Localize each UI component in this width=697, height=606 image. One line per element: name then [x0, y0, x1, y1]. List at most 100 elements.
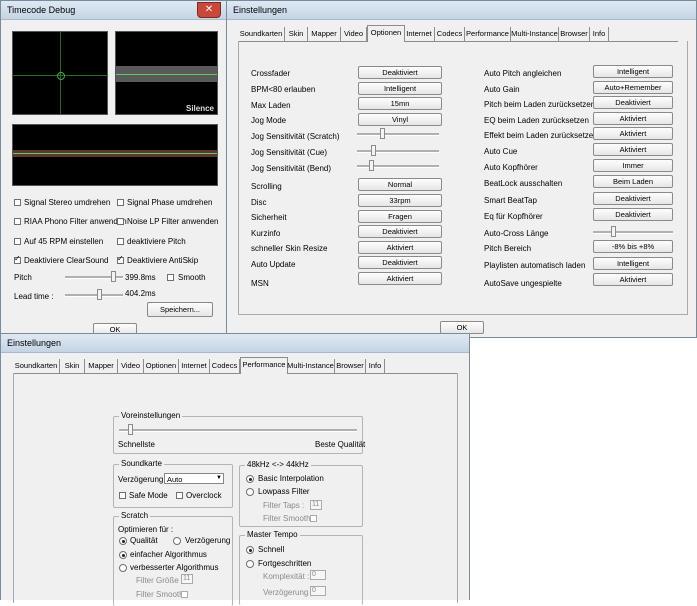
- tab-codecs[interactable]: Codecs: [435, 27, 465, 41]
- jog-cue-slider-thumb[interactable]: [371, 145, 376, 156]
- filter-taps-input[interactable]: 11: [310, 500, 322, 510]
- pitch-reset-button[interactable]: Deaktiviert: [593, 96, 673, 109]
- tab-skin[interactable]: Skin: [285, 27, 308, 41]
- tab-video[interactable]: Video: [118, 359, 144, 373]
- presets-slider-track[interactable]: [119, 429, 357, 432]
- clearsound-checkbox[interactable]: [14, 254, 21, 264]
- save-button[interactable]: Speichern...: [147, 302, 213, 317]
- eq-reset-label: EQ beim Laden zurücksetzen: [484, 116, 589, 125]
- tab-video[interactable]: Video: [341, 27, 367, 41]
- safe-mode-label: Safe Mode: [129, 491, 168, 500]
- presets-title: Voreinstellungen: [119, 411, 183, 420]
- effect-reset-button[interactable]: Aktiviert: [593, 127, 673, 140]
- silence-label: Silence: [185, 104, 214, 113]
- jog-scratch-slider-thumb[interactable]: [380, 128, 385, 139]
- tab-optionen[interactable]: Optionen: [144, 359, 179, 373]
- pitch-slider-thumb[interactable]: [111, 271, 116, 282]
- playlist-autoload-button[interactable]: Intelligent: [593, 257, 673, 270]
- tab-info[interactable]: Info: [590, 27, 609, 41]
- delay-select[interactable]: Auto ▼: [164, 473, 224, 484]
- auto-pitch-button[interactable]: Intelligent: [593, 65, 673, 78]
- delay2-input[interactable]: 0: [310, 586, 326, 596]
- jog-cue-slider-track[interactable]: [357, 150, 439, 153]
- eq-headphone-button[interactable]: Deaktiviert: [593, 208, 673, 221]
- overclock-checkbox[interactable]: [176, 492, 183, 499]
- latency-radio[interactable]: [173, 537, 181, 545]
- bpm-button[interactable]: Intelligent: [358, 82, 442, 95]
- tab-browser[interactable]: Browser: [559, 27, 590, 41]
- advanced-radio[interactable]: [246, 560, 254, 568]
- fast-label: Schnell: [258, 545, 285, 554]
- riaa-filter-checkbox[interactable]: [14, 218, 21, 225]
- disc-label: Disc: [251, 198, 267, 207]
- leadtime-slider-track[interactable]: [65, 294, 123, 297]
- clearsound-label: Deaktiviere ClearSound: [24, 256, 109, 265]
- noise-lp-checkbox[interactable]: [117, 218, 124, 225]
- lowpass-radio[interactable]: [246, 488, 254, 496]
- tab-mapper[interactable]: Mapper: [308, 27, 341, 41]
- improved-algo-label: verbesserter Algorithmus: [130, 563, 219, 572]
- tab-performance[interactable]: Performance: [240, 357, 288, 374]
- auto-cross-slider-track[interactable]: [593, 231, 673, 234]
- eq-reset-button[interactable]: Aktiviert: [593, 112, 673, 125]
- msn-button[interactable]: Aktiviert: [358, 272, 442, 285]
- settings-window-options: Einstellungen Soundkarten Skin Mapper Vi…: [226, 0, 697, 338]
- max-laden-button[interactable]: 15mn: [358, 97, 442, 110]
- presets-slider-thumb[interactable]: [128, 424, 133, 435]
- auto-gain-button[interactable]: Auto+Remember: [593, 81, 673, 94]
- skin-resize-button[interactable]: Aktiviert: [358, 241, 442, 254]
- auto-headphone-button[interactable]: Immer: [593, 159, 673, 172]
- safe-mode-checkbox[interactable]: [119, 492, 126, 499]
- complexity-input[interactable]: 0: [310, 570, 326, 580]
- auto-cross-slider-thumb[interactable]: [611, 226, 616, 237]
- bpm-label: BPM<80 erlauben: [251, 85, 316, 94]
- tab-performance[interactable]: Performance: [465, 27, 511, 41]
- smart-beattap-button[interactable]: Deaktiviert: [593, 192, 673, 205]
- tab-internet[interactable]: Internet: [404, 27, 435, 41]
- beatlock-label: BeatLock ausschalten: [484, 179, 563, 188]
- tab-multi-instance[interactable]: Multi-Instance: [287, 359, 335, 373]
- improved-algo-radio[interactable]: [119, 564, 127, 572]
- tab-soundkarten[interactable]: Soundkarten: [13, 359, 60, 373]
- close-button[interactable]: ✕: [197, 2, 221, 18]
- filter-smooth-checkbox[interactable]: [310, 515, 317, 522]
- disable-pitch-checkbox[interactable]: [117, 238, 124, 245]
- tab-codecs[interactable]: Codecs: [210, 359, 240, 373]
- leadtime-slider-thumb[interactable]: [97, 289, 102, 300]
- crossfader-button[interactable]: Deaktiviert: [358, 66, 442, 79]
- fast-radio[interactable]: [246, 546, 254, 554]
- pitch-range-button[interactable]: -8% bis +8%: [593, 240, 673, 253]
- sicherheit-button[interactable]: Fragen: [358, 210, 442, 223]
- disc-button[interactable]: 33rpm: [358, 194, 442, 207]
- tab-skin[interactable]: Skin: [60, 359, 85, 373]
- signal-line: [116, 74, 217, 75]
- tab-multi-instance[interactable]: Multi-Instance: [511, 27, 559, 41]
- filter-size-input[interactable]: 11: [181, 574, 193, 584]
- tab-soundkarten[interactable]: Soundkarten: [238, 27, 285, 41]
- tab-browser[interactable]: Browser: [335, 359, 366, 373]
- quality-radio[interactable]: [119, 537, 127, 545]
- signal-phase-checkbox[interactable]: [117, 199, 124, 206]
- jog-scratch-label: Jog Sensitivität (Scratch): [251, 132, 340, 141]
- simple-algo-radio[interactable]: [119, 551, 127, 559]
- scratch-filter-smooth-checkbox[interactable]: [181, 591, 188, 598]
- tab-mapper[interactable]: Mapper: [85, 359, 118, 373]
- tab-optionen[interactable]: Optionen: [367, 25, 405, 42]
- sicherheit-label: Sicherheit: [251, 213, 287, 222]
- auto-cue-button[interactable]: Aktiviert: [593, 143, 673, 156]
- kurzinfo-button[interactable]: Deaktiviert: [358, 225, 442, 238]
- beatlock-button[interactable]: Beim Laden: [593, 175, 673, 188]
- signal-stereo-checkbox[interactable]: [14, 199, 21, 206]
- antiskip-checkbox[interactable]: [117, 254, 124, 264]
- tab-info[interactable]: Info: [366, 359, 385, 373]
- basic-interp-radio[interactable]: [246, 475, 254, 483]
- tab-internet[interactable]: Internet: [179, 359, 210, 373]
- jog-scratch-slider-track[interactable]: [357, 133, 439, 136]
- jog-mode-button[interactable]: Vinyl: [358, 113, 442, 126]
- jog-bend-slider-thumb[interactable]: [369, 160, 374, 171]
- rpm45-checkbox[interactable]: [14, 238, 21, 245]
- scrolling-button[interactable]: Normal: [358, 178, 442, 191]
- autosave-button[interactable]: Aktiviert: [593, 273, 673, 286]
- smooth-checkbox[interactable]: [167, 274, 174, 281]
- auto-update-button[interactable]: Deaktiviert: [358, 256, 442, 269]
